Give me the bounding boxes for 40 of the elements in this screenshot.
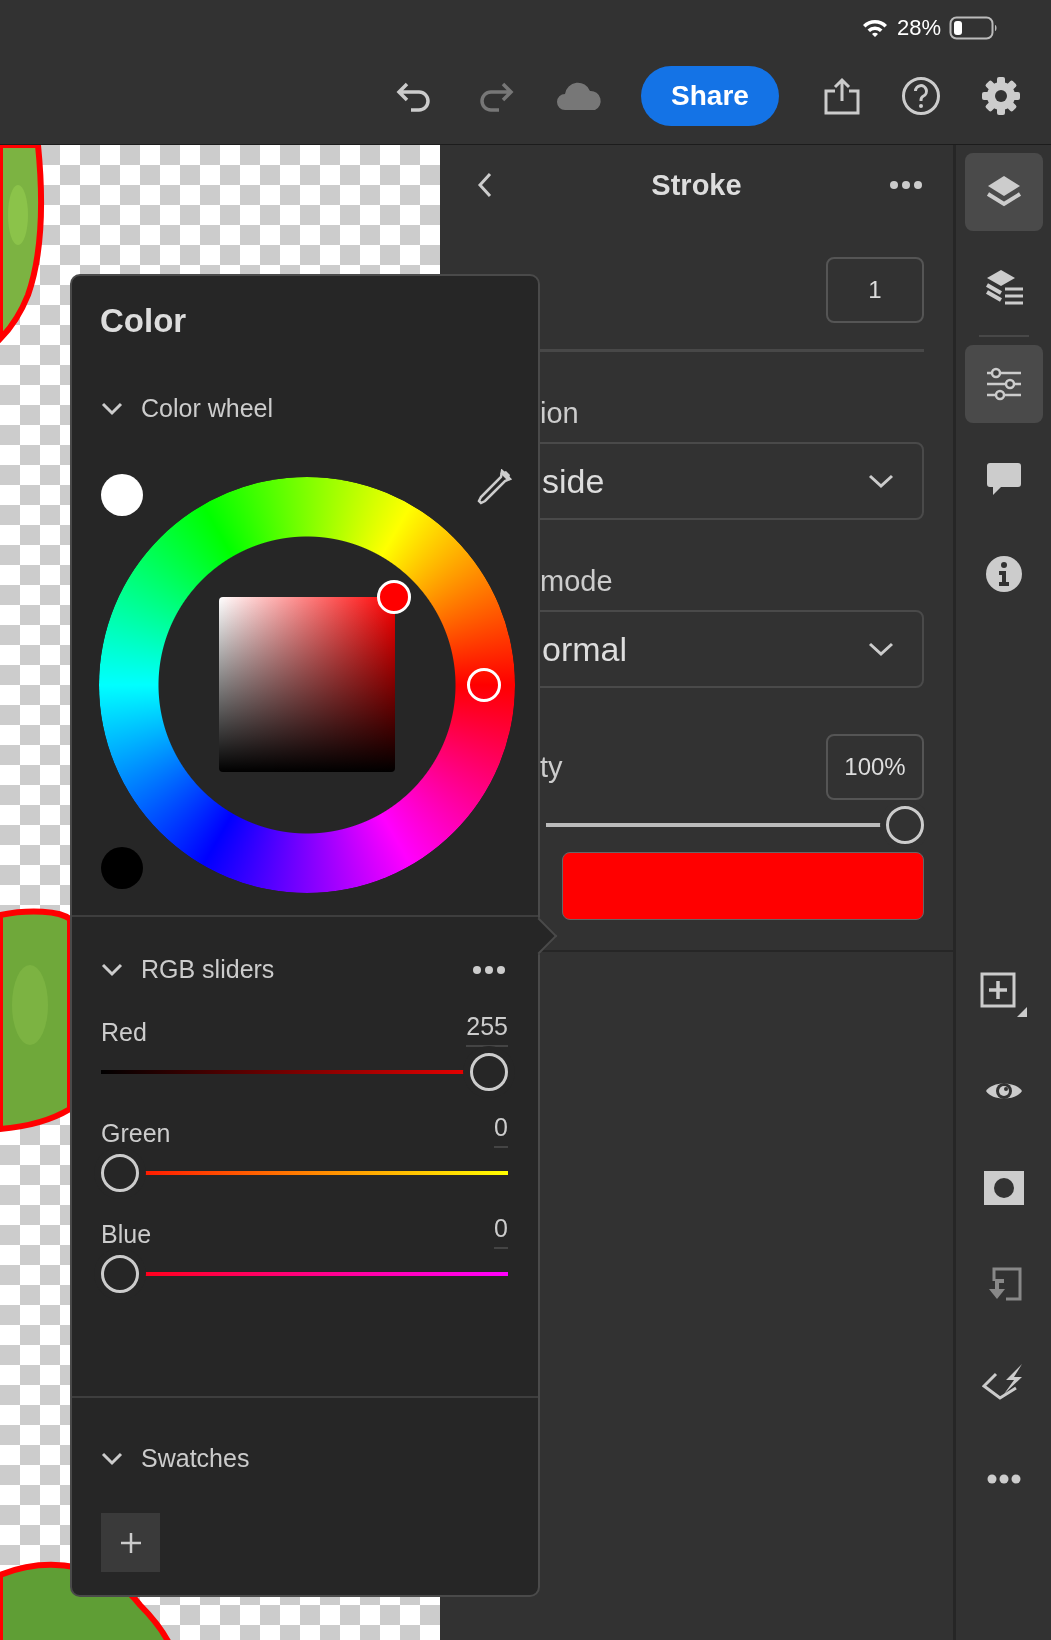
section-header[interactable]: RGB sliders bbox=[101, 955, 275, 984]
export-icon[interactable] bbox=[823, 77, 861, 115]
slider-value-field[interactable]: 0 bbox=[494, 1214, 508, 1249]
slider-label: Blue bbox=[101, 1220, 152, 1249]
battery-icon bbox=[949, 16, 999, 40]
opacity-field[interactable]: 100% bbox=[826, 734, 924, 800]
info-icon bbox=[984, 555, 1023, 593]
position-label: ion bbox=[539, 397, 579, 430]
eyedropper-icon[interactable] bbox=[476, 469, 512, 505]
chevron-down-icon bbox=[868, 641, 894, 657]
layers-button[interactable] bbox=[964, 153, 1043, 231]
add-swatch-button[interactable] bbox=[101, 1513, 160, 1572]
section-header[interactable]: Color wheel bbox=[72, 394, 273, 423]
color-swatch[interactable] bbox=[101, 474, 143, 516]
chevron-down-icon bbox=[868, 473, 894, 489]
help-icon[interactable] bbox=[901, 76, 941, 116]
slider-label: Green bbox=[101, 1119, 171, 1148]
slider-value-field[interactable]: 0 bbox=[494, 1113, 508, 1148]
battery-percentage: 28% bbox=[896, 15, 941, 41]
more-icon bbox=[986, 1474, 1021, 1484]
slider-label: Red bbox=[101, 1018, 147, 1047]
more-icon[interactable] bbox=[472, 964, 506, 975]
hue-marker[interactable] bbox=[467, 668, 501, 702]
stroke-color-swatch[interactable] bbox=[562, 852, 924, 920]
settings-icon[interactable] bbox=[981, 76, 1021, 116]
mask-icon bbox=[983, 1171, 1024, 1205]
adjust-button[interactable] bbox=[964, 345, 1043, 423]
color-swatch[interactable] bbox=[101, 847, 143, 889]
opacity-label: ty bbox=[539, 750, 563, 784]
section-header[interactable]: Swatches bbox=[72, 1444, 250, 1473]
stroke-width-field[interactable]: 1 bbox=[826, 257, 924, 323]
saturation-square[interactable] bbox=[219, 597, 395, 772]
add-layer-icon bbox=[978, 971, 1029, 1017]
more-icon[interactable] bbox=[889, 180, 923, 190]
share-button[interactable]: Share bbox=[641, 66, 779, 126]
panel-title: Stroke bbox=[651, 168, 742, 202]
comment-icon bbox=[984, 461, 1023, 497]
blend-mode-label: mode bbox=[539, 565, 613, 598]
plus-icon bbox=[119, 1531, 142, 1554]
popover-title: Color bbox=[99, 301, 188, 341]
